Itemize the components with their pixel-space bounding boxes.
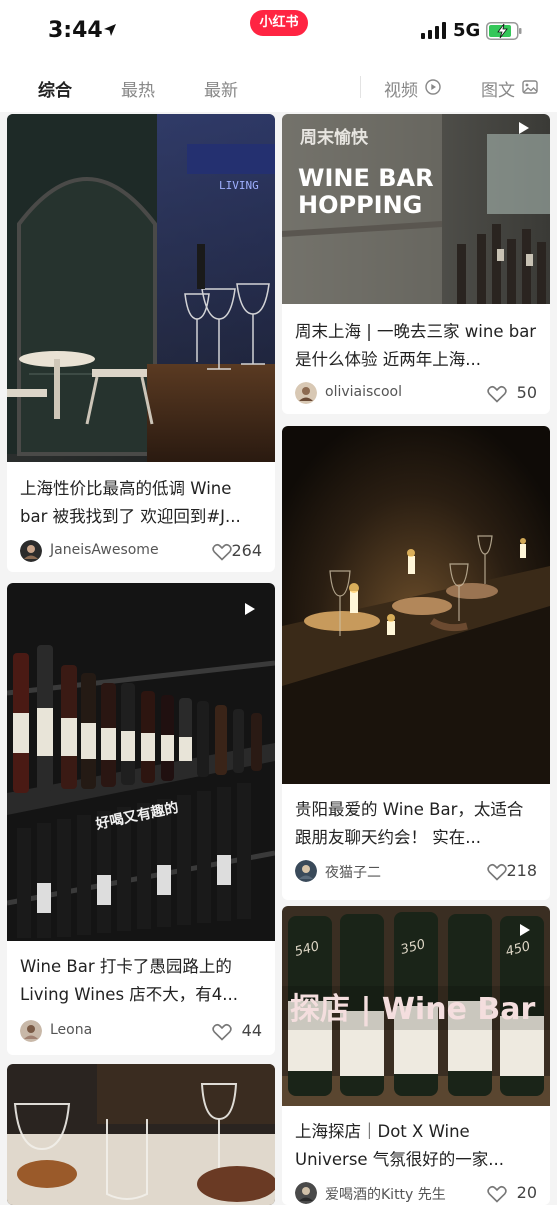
heart-icon	[212, 543, 232, 561]
avatar[interactable]	[295, 1182, 317, 1204]
note-cover-image[interactable]: LIVING	[7, 114, 275, 462]
tab-image-text[interactable]: 图文	[481, 76, 515, 101]
note-cover-image[interactable]: 周末愉快 WINE BAR HOPPING	[282, 114, 550, 304]
heart-icon	[212, 1023, 232, 1041]
note-meta: 爱喝酒的Kitty 先生 20	[295, 1182, 537, 1205]
author-name[interactable]: 爱喝酒的Kitty 先生	[325, 1184, 446, 1204]
note-card[interactable]	[7, 1064, 275, 1205]
overlay-title-line-2: HOPPING	[298, 191, 422, 219]
like-count: 20	[516, 1183, 537, 1202]
wine-bottles-photo: 540 350 450 探店 | Wine Bar	[282, 906, 550, 1106]
note-cover-image[interactable]	[7, 1064, 275, 1205]
author-name[interactable]: JaneisAwesome	[50, 542, 159, 558]
overlay-title-line-1: WINE BAR	[298, 164, 434, 192]
heart-icon	[487, 863, 507, 881]
play-circle-icon[interactable]	[425, 79, 441, 95]
author-name[interactable]: oliviaiscool	[325, 384, 402, 400]
author-name[interactable]: 夜猫子二	[325, 862, 381, 882]
note-cover-image[interactable]	[282, 426, 550, 784]
image-icon[interactable]	[522, 79, 538, 95]
avatar[interactable]	[20, 1020, 42, 1042]
cellular-signal-icon	[421, 22, 446, 39]
tab-divider	[360, 76, 361, 98]
feed: LIVING 上海性价比最高的低调 Wine bar 被我找到了 欢迎回到#J.…	[0, 112, 557, 1205]
note-meta: Leona 44	[20, 1020, 262, 1044]
note-meta: 夜猫子二 218	[295, 860, 537, 884]
avatar[interactable]	[20, 540, 42, 562]
wine-shelf-photo: 好喝又有趣的	[7, 583, 275, 941]
note-card[interactable]: 540 350 450 探店 | Wine Bar 上海探店｜Dot X Win…	[282, 906, 550, 1205]
wine-bar-photo: 周末愉快 WINE BAR HOPPING	[282, 114, 550, 304]
dining-table-photo	[7, 1064, 275, 1205]
bar-interior-photo: LIVING	[7, 114, 275, 462]
heart-icon	[487, 1185, 507, 1203]
status-time: 3:44	[48, 18, 103, 43]
note-meta: oliviaiscool 50	[295, 382, 537, 406]
note-title[interactable]: 上海探店｜Dot X Wine Universe 气氛很好的一家...	[295, 1118, 537, 1174]
battery-charging-icon	[486, 22, 522, 40]
like-count: 44	[241, 1021, 262, 1040]
network-type: 5G	[453, 20, 481, 41]
tab-comprehensive[interactable]: 综合	[38, 76, 72, 101]
filter-tabs: 综合 最热 最新 视频 图文	[0, 62, 557, 112]
note-meta: JaneisAwesome 264	[20, 540, 262, 564]
note-card[interactable]: 周末愉快 WINE BAR HOPPING 周末上海 | 一晚去三家 wine …	[282, 114, 550, 414]
note-card[interactable]: LIVING 上海性价比最高的低调 Wine bar 被我找到了 欢迎回到#J.…	[7, 114, 275, 572]
tab-video[interactable]: 视频	[384, 76, 418, 101]
like-count: 218	[506, 861, 537, 880]
status-bar: 3:44 小红书 5G	[0, 0, 557, 62]
like-count: 50	[516, 383, 537, 402]
app-badge[interactable]: 小红书	[250, 10, 308, 36]
tab-hottest[interactable]: 最热	[121, 76, 155, 101]
note-card[interactable]: 好喝又有趣的 Wine Bar 打卡了愚园路上的Living Wines 店不大…	[7, 583, 275, 1055]
overlay-small-text: 周末愉快	[300, 127, 369, 148]
note-cover-image[interactable]: 好喝又有趣的	[7, 583, 275, 941]
note-title[interactable]: 贵阳最爱的 Wine Bar，太适合跟朋友聊天约会！ 实在...	[295, 796, 537, 852]
note-title[interactable]: 周末上海 | 一晚去三家 wine bar是什么体验 近两年上海...	[295, 318, 537, 374]
tab-newest[interactable]: 最新	[204, 76, 238, 101]
candlelit-table-photo	[282, 426, 550, 784]
neon-sign-text: LIVING	[219, 179, 259, 192]
like-count: 264	[231, 541, 262, 560]
note-title[interactable]: Wine Bar 打卡了愚园路上的Living Wines 店不大，有4...	[20, 953, 262, 1009]
avatar[interactable]	[295, 860, 317, 882]
note-card[interactable]: 贵阳最爱的 Wine Bar，太适合跟朋友聊天约会！ 实在... 夜猫子二 21…	[282, 426, 550, 900]
avatar[interactable]	[295, 382, 317, 404]
heart-icon	[487, 385, 507, 403]
overlay-title: 探店 | Wine Bar	[290, 992, 535, 1027]
note-cover-image[interactable]: 540 350 450 探店 | Wine Bar	[282, 906, 550, 1106]
note-title[interactable]: 上海性价比最高的低调 Wine bar 被我找到了 欢迎回到#J...	[20, 475, 262, 531]
location-arrow-icon	[104, 24, 116, 36]
author-name[interactable]: Leona	[50, 1022, 92, 1038]
